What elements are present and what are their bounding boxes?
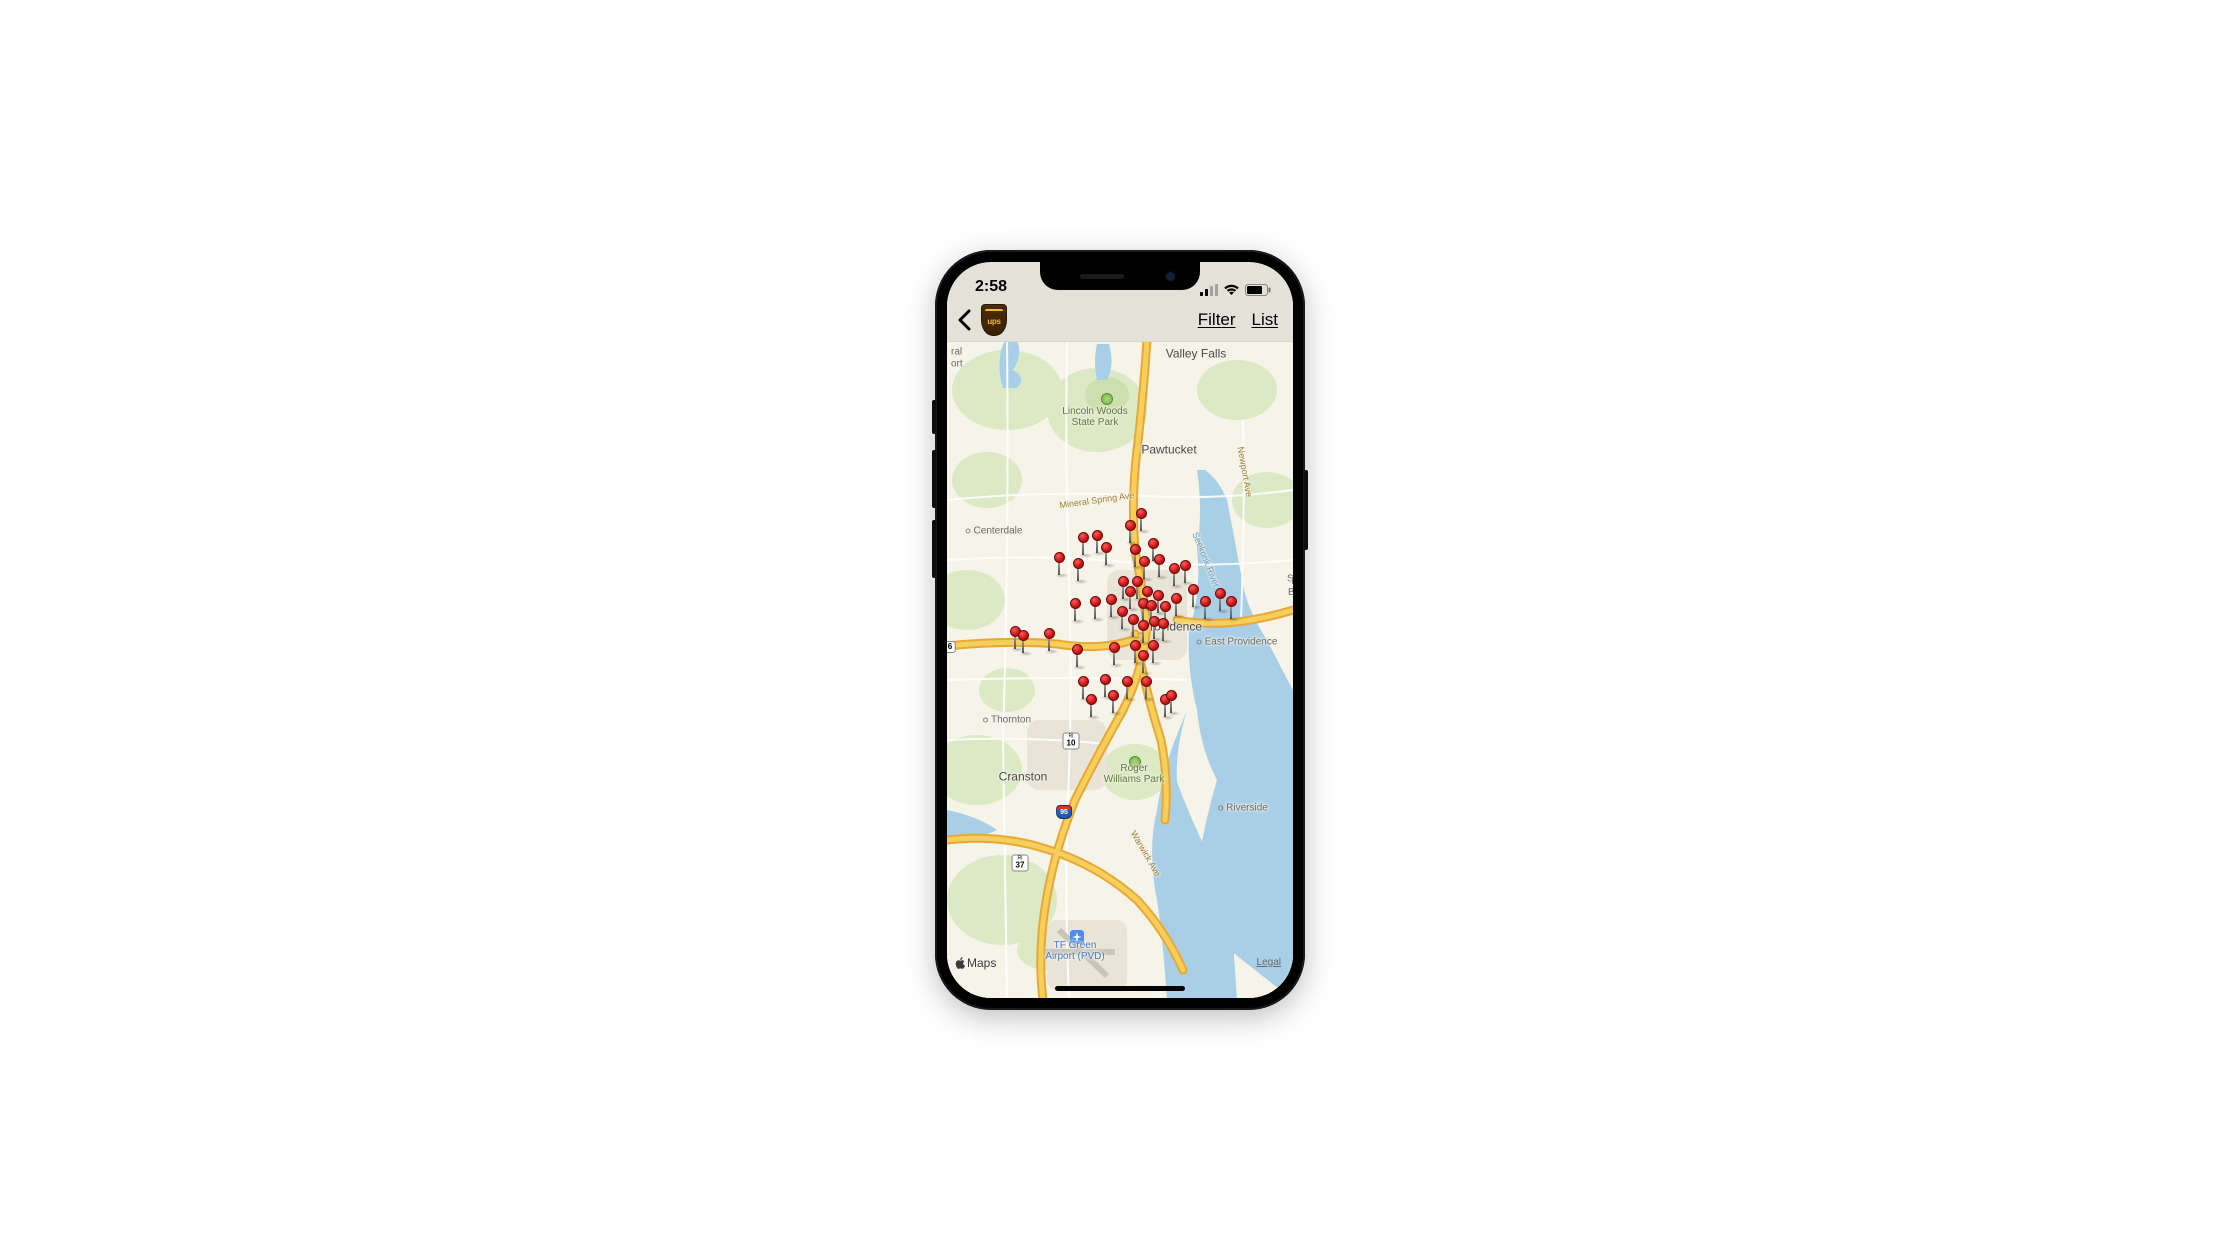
- screen: 2:58: [947, 262, 1293, 998]
- volume-down: [932, 520, 936, 578]
- power-button: [1304, 470, 1308, 550]
- filter-button[interactable]: Filter: [1193, 306, 1241, 334]
- location-pin[interactable]: [1053, 552, 1065, 576]
- location-pin[interactable]: [1121, 676, 1133, 700]
- location-pin[interactable]: [1085, 694, 1097, 718]
- location-pin[interactable]: [1179, 560, 1191, 584]
- cellular-icon: [1200, 284, 1218, 296]
- battery-icon: [1245, 284, 1271, 296]
- status-icons: [1200, 284, 1271, 296]
- speaker: [1080, 274, 1124, 279]
- park-marker: [1101, 393, 1113, 405]
- location-pin[interactable]: [1108, 642, 1120, 666]
- ups-shield-icon: ups: [981, 304, 1007, 336]
- ups-logo: ups: [981, 304, 1007, 336]
- map-view[interactable]: Maps Legal Valley FallsPawtucketCenterda…: [947, 342, 1293, 998]
- navbar: ups Filter List: [947, 298, 1293, 342]
- mute-switch: [932, 400, 936, 434]
- phone-frame: 2:58: [935, 250, 1305, 1010]
- location-pin[interactable]: [1043, 628, 1055, 652]
- location-pin[interactable]: [1157, 618, 1169, 642]
- apple-maps-attribution: Maps: [955, 956, 996, 970]
- route-shield: 6: [947, 641, 956, 653]
- back-button[interactable]: [953, 305, 975, 335]
- location-pin[interactable]: [1153, 554, 1165, 578]
- location-pin[interactable]: [1135, 508, 1147, 532]
- location-pin[interactable]: [1071, 644, 1083, 668]
- route-shield: RI10: [1063, 733, 1080, 750]
- maps-attribution-text: Maps: [967, 956, 996, 970]
- chevron-left-icon: [957, 309, 971, 331]
- notch: [1040, 262, 1200, 290]
- location-pin[interactable]: [1140, 676, 1152, 700]
- location-pin[interactable]: [1165, 690, 1177, 714]
- wifi-icon: [1223, 284, 1240, 296]
- map-basemap: [947, 342, 1293, 998]
- location-pin[interactable]: [1017, 630, 1029, 654]
- location-pin[interactable]: [1072, 558, 1084, 582]
- apple-logo-icon: [955, 957, 966, 969]
- home-indicator[interactable]: [1055, 986, 1185, 991]
- location-pin[interactable]: [1089, 596, 1101, 620]
- location-pin[interactable]: [1100, 542, 1112, 566]
- location-pin[interactable]: [1187, 584, 1199, 608]
- volume-up: [932, 450, 936, 508]
- route-shield: 95: [1056, 805, 1072, 819]
- route-shield: RI37: [1012, 855, 1029, 872]
- location-pin[interactable]: [1225, 596, 1237, 620]
- list-button[interactable]: List: [1247, 306, 1283, 334]
- airport-icon: [1070, 930, 1084, 944]
- location-pin[interactable]: [1199, 596, 1211, 620]
- location-pin[interactable]: [1069, 598, 1081, 622]
- legal-link[interactable]: Legal: [1257, 957, 1281, 968]
- location-pin[interactable]: [1107, 690, 1119, 714]
- front-camera: [1166, 272, 1175, 281]
- status-time: 2:58: [975, 278, 1007, 296]
- ups-logo-text: ups: [987, 317, 1000, 326]
- location-pin[interactable]: [1124, 520, 1136, 544]
- location-pin[interactable]: [1077, 532, 1089, 556]
- location-pin[interactable]: [1170, 593, 1182, 617]
- location-pin[interactable]: [1147, 640, 1159, 664]
- park-marker: [1129, 756, 1141, 768]
